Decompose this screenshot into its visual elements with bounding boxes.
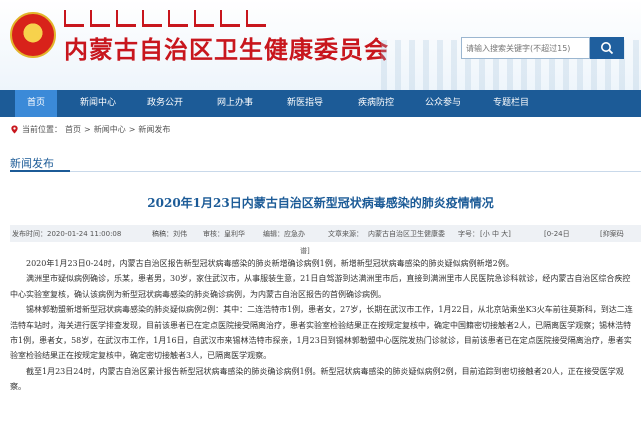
meta-tail: 谱]	[300, 247, 310, 255]
nav-item-special-topics[interactable]: 专题栏目	[485, 90, 537, 117]
article-body: 2020年1月23日0-24时，内蒙古自治区报告新型冠状病毒感染的肺炎新增确诊病…	[10, 256, 635, 395]
reviewer: 审核：皇利华	[203, 230, 245, 238]
main-nav: 首页 新闻中心 政务公开 网上办事 新医指导 疾病防控 公众参与 专题栏目	[0, 90, 641, 117]
nav-item-public-participation[interactable]: 公众参与	[417, 90, 469, 117]
section-title: 新闻发布	[10, 157, 54, 170]
source-value[interactable]: 内蒙古自治区卫生健康委	[368, 229, 445, 239]
article-meta-bar: 发布时间：2020-01-24 11:00:08 稿稿：刘伟 审核：皇利华 编辑…	[10, 225, 641, 242]
meta-date-extra: [0-24日	[544, 230, 570, 238]
site-title: 内蒙古自治区卫生健康委员会	[64, 36, 389, 64]
breadcrumb: 当前位置： 首页 > 新闻中心 > 新闻发布	[10, 124, 170, 135]
print-link[interactable]: [抑案码	[600, 229, 624, 239]
font-size-options[interactable]: [小 中 大]	[480, 229, 511, 239]
search-icon	[601, 42, 614, 55]
section-divider-accent	[10, 170, 70, 172]
breadcrumb-news[interactable]: 新闻中心	[94, 124, 126, 135]
search-input[interactable]	[461, 37, 590, 59]
editor: 编辑：应急办	[263, 230, 305, 238]
nav-item-online-service[interactable]: 网上办事	[209, 90, 261, 117]
article-paragraph: 满洲里市疑似病例确诊，乐某，患者男，30岁，家住武汉市，从事服装生意，21日自驾…	[10, 274, 631, 299]
article-paragraph: 2020年1月23日0-24时，内蒙古自治区报告新型冠状病毒感染的肺炎新增确诊病…	[26, 259, 514, 268]
nav-item-gov-affairs[interactable]: 政务公开	[139, 90, 191, 117]
national-emblem-logo	[10, 12, 56, 58]
source-label: 文章来源：	[328, 230, 363, 238]
breadcrumb-news-release[interactable]: 新闻发布	[138, 124, 170, 135]
article-paragraph: 截至1月23日24时，内蒙古自治区累计报告新型冠状病毒感染的肺炎确诊病例1例。新…	[10, 366, 624, 392]
breadcrumb-separator: >	[128, 125, 136, 134]
nav-item-medical-guidance[interactable]: 新医指导	[279, 90, 331, 117]
font-size-label: 字号：	[458, 230, 479, 238]
draft-author: 稿稿：刘伟	[152, 230, 187, 238]
nav-item-home[interactable]: 首页	[15, 90, 57, 117]
breadcrumb-prefix: 当前位置：	[22, 125, 62, 134]
breadcrumb-separator: >	[84, 125, 91, 134]
article-paragraph: 锡林郭勒盟新增新型冠状病毒感染的肺炎疑似病例2例：其中：二连浩特市1例，患者女，…	[10, 305, 633, 361]
section-divider	[10, 171, 641, 172]
location-icon	[11, 125, 18, 134]
nav-item-news[interactable]: 新闻中心	[72, 90, 124, 117]
breadcrumb-home[interactable]: 首页	[65, 124, 81, 135]
nav-item-disease-control[interactable]: 疾病防控	[350, 90, 402, 117]
article-title: 2020年1月23日内蒙古自治区新型冠状病毒感染的肺炎疫情情况	[147, 196, 494, 210]
mongolian-script-title	[64, 10, 314, 27]
publish-date: 发布时间：2020-01-24 11:00:08	[12, 230, 122, 238]
search-button[interactable]	[590, 37, 624, 59]
site-header: 内蒙古自治区卫生健康委员会	[0, 0, 641, 90]
